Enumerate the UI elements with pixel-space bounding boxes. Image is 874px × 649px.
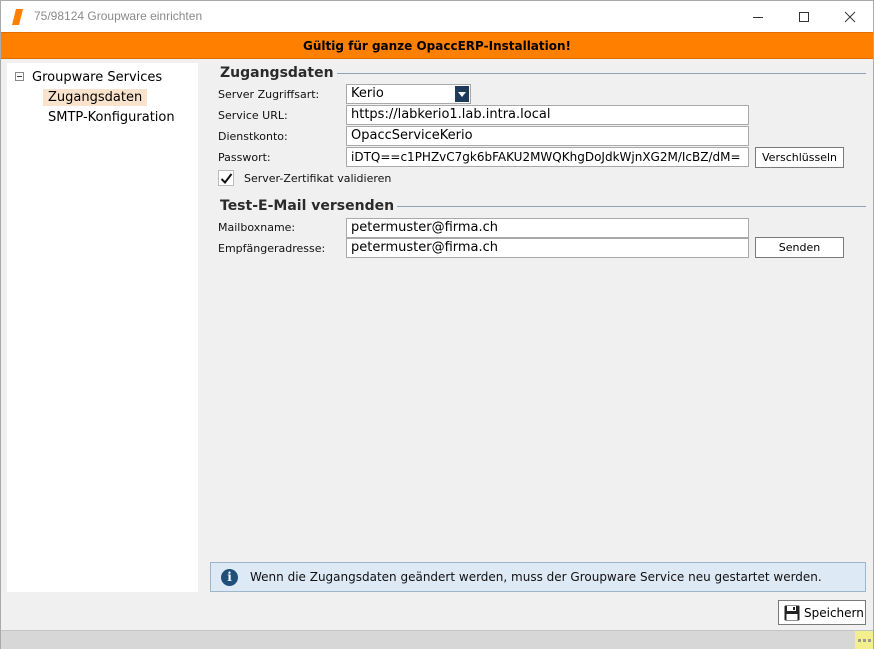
installation-banner: Gültig für ganze OpaccERP-Installation! (1, 32, 873, 59)
section-header-test-email: Test-E-Mail versenden (210, 198, 866, 214)
close-icon (844, 11, 856, 22)
mailbox-label: Mailboxname: (218, 221, 296, 234)
section-header-zugangsdaten: Zugangsdaten (210, 65, 866, 81)
send-button[interactable]: Senden (755, 237, 844, 258)
service-account-input[interactable]: OpaccServiceKerio (346, 126, 749, 146)
info-message: i Wenn die Zugangsdaten geändert werden,… (210, 562, 866, 592)
maximize-icon (799, 11, 809, 22)
password-label: Passwort: (218, 151, 271, 164)
validate-certificate-label[interactable]: Server-Zertifikat validieren (244, 172, 391, 185)
server-type-label: Server Zugriffsart: (218, 88, 320, 101)
validate-certificate-checkbox[interactable] (218, 170, 234, 186)
recipient-label: Empfängeradresse: (218, 242, 326, 255)
chevron-down-icon[interactable] (455, 86, 469, 102)
service-url-input[interactable]: https://labkerio1.lab.intra.local (346, 105, 749, 125)
minimize-button[interactable] (735, 1, 781, 32)
password-input[interactable]: iDTQ==c1PHZvC7gk6bFAKU2MWQKhgDoJdkWjnXG2… (346, 147, 749, 167)
section-title: Test-E-Mail versenden (220, 198, 395, 214)
maximize-button[interactable] (781, 1, 827, 32)
dialog-window: 75/98124 Groupware einrichten Gültig für… (0, 0, 874, 649)
service-url-label: Service URL: (218, 109, 288, 122)
mailbox-input[interactable]: petermuster@firma.ch (346, 218, 749, 238)
encrypt-button[interactable]: Verschlüsseln (755, 147, 844, 168)
navigation-tree: Groupware Services Zugangsdaten SMTP-Kon… (7, 63, 198, 592)
section-title: Zugangsdaten (220, 65, 334, 81)
info-icon: i (221, 568, 238, 586)
banner-text: Gültig für ganze OpaccERP-Installation! (302, 38, 572, 53)
save-button[interactable]: Speichern (778, 600, 866, 625)
recipient-input[interactable]: petermuster@firma.ch (346, 238, 749, 258)
title-bar[interactable]: 75/98124 Groupware einrichten (1, 1, 873, 32)
tree-item-smtp-konfiguration[interactable]: SMTP-Konfiguration (43, 109, 180, 126)
status-bar (1, 630, 873, 649)
floppy-disk-icon (784, 605, 800, 620)
tree-root-groupware-services[interactable]: Groupware Services (32, 70, 162, 85)
service-account-label: Dienstkonto: (218, 130, 288, 143)
checkmark-icon (220, 173, 233, 185)
save-button-label: Speichern (804, 605, 864, 620)
app-logo-icon (12, 9, 23, 25)
server-type-select[interactable]: Kerio (346, 84, 471, 104)
section-divider (397, 205, 866, 207)
minimize-icon (753, 16, 763, 18)
section-divider (336, 72, 866, 74)
window-title: 75/98124 Groupware einrichten (34, 9, 203, 23)
tree-collapse-icon[interactable] (15, 72, 24, 81)
close-button[interactable] (827, 1, 873, 32)
info-text: Wenn die Zugangsdaten geändert werden, m… (250, 570, 822, 584)
resize-grip-icon[interactable] (855, 631, 873, 649)
server-type-value: Kerio (351, 86, 384, 101)
tree-item-zugangsdaten[interactable]: Zugangsdaten (43, 89, 148, 106)
